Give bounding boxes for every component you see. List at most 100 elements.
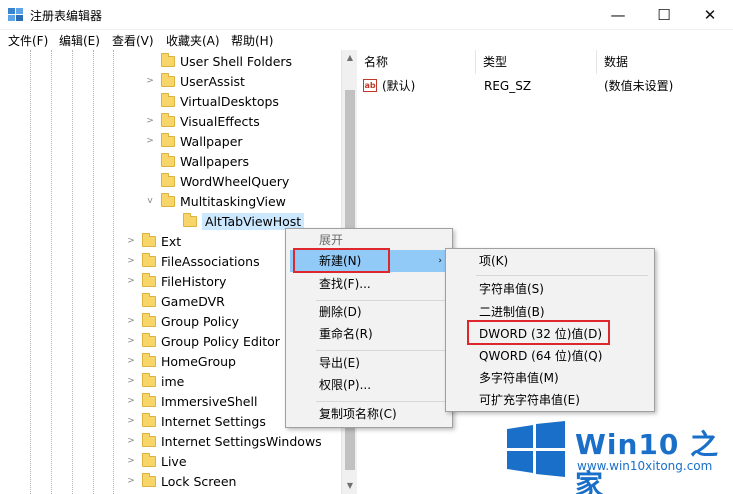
ctx-copy-key-name[interactable]: 复制项名称(C)	[286, 403, 452, 425]
tree-item-label: AltTabViewHost	[202, 212, 305, 230]
registry-editor-icon	[8, 8, 23, 21]
tree-item[interactable]: > Group Policy Editor	[126, 331, 280, 351]
maximize-button[interactable]: ☐	[641, 0, 687, 30]
column-header-name[interactable]: 名称	[358, 50, 476, 74]
tree-item[interactable]: > FileHistory	[126, 271, 226, 291]
folder-icon	[142, 232, 156, 247]
expander-chevron-icon[interactable]: >	[126, 396, 136, 406]
ctx-separator	[316, 401, 446, 402]
tree-item-label: Group Policy	[161, 313, 239, 329]
scroll-down-icon[interactable]: ▼	[342, 478, 358, 494]
expander-chevron-icon[interactable]: >	[126, 356, 136, 366]
menu-edit[interactable]: 编辑(E)	[59, 32, 100, 49]
watermark: Win10 之家 www.win10xitong.com	[499, 413, 733, 494]
tree-item[interactable]: > HomeGroup	[126, 351, 236, 371]
tree-item-label: VirtualDesktops	[180, 93, 279, 109]
ctx-separator	[316, 350, 446, 351]
tree-item[interactable]: > Internet Settings	[126, 411, 266, 431]
expander-chevron-icon[interactable]: >	[126, 336, 136, 346]
expander-chevron-icon[interactable]: >	[145, 116, 155, 126]
tree-item[interactable]: > UserAssist	[145, 71, 245, 91]
expander-chevron-icon[interactable]: v	[145, 196, 155, 206]
expander-chevron-icon[interactable]: >	[145, 136, 155, 146]
folder-icon	[142, 252, 156, 267]
ctx-find[interactable]: 查找(F)...	[286, 273, 452, 295]
column-header-type[interactable]: 类型	[477, 50, 597, 74]
menu-favorites[interactable]: 收藏夹(A)	[166, 32, 220, 49]
tree-item-label: GameDVR	[161, 293, 225, 309]
value-data: (数值未设置)	[604, 79, 674, 93]
folder-icon	[142, 432, 156, 447]
folder-icon	[142, 392, 156, 407]
tree-guide	[30, 50, 31, 494]
tree-guide	[93, 50, 94, 494]
tree-item[interactable]: > VisualEffects	[145, 111, 260, 131]
expander-chevron-icon[interactable]: >	[145, 76, 155, 86]
tree-item-label: Ext	[161, 233, 182, 249]
sub-string-value[interactable]: 字符串值(S)	[446, 278, 654, 300]
sub-expandable-string-value[interactable]: 可扩充字符串值(E)	[446, 389, 654, 411]
ctx-rename[interactable]: 重命名(R)	[286, 323, 452, 345]
tree-item[interactable]: GameDVR	[126, 291, 225, 311]
column-header-data[interactable]: 数据	[598, 50, 733, 74]
value-name[interactable]: (默认)	[382, 76, 415, 96]
tree-item-label: User Shell Folders	[180, 53, 293, 69]
tree-item[interactable]: > Group Policy	[126, 311, 239, 331]
folder-icon	[161, 72, 175, 87]
tree-item[interactable]: WordWheelQuery	[145, 171, 289, 191]
tree-item[interactable]: > ImmersiveShell	[126, 391, 257, 411]
tree-item-label: Internet SettingsWindows	[161, 433, 322, 449]
tree-item-label: Live	[161, 453, 187, 469]
menu-help[interactable]: 帮助(H)	[231, 32, 273, 49]
tree-guide	[72, 50, 73, 494]
folder-icon	[161, 152, 175, 167]
watermark-url: www.win10xitong.com	[577, 459, 713, 473]
tree-item[interactable]: > ime	[126, 371, 184, 391]
tree-item-label: MultitaskingView	[180, 193, 286, 209]
folder-icon	[142, 272, 156, 287]
folder-icon	[142, 372, 156, 387]
expander-chevron-icon[interactable]: >	[126, 376, 136, 386]
scroll-up-icon[interactable]: ▲	[342, 50, 358, 66]
ctx-delete[interactable]: 删除(D)	[286, 301, 452, 323]
folder-icon	[142, 452, 156, 467]
folder-icon	[142, 352, 156, 367]
expander-chevron-icon[interactable]: >	[126, 276, 136, 286]
sub-key[interactable]: 项(K)	[446, 250, 654, 272]
menu-view[interactable]: 查看(V)	[112, 32, 154, 49]
folder-icon	[161, 192, 175, 207]
close-button[interactable]: ✕	[687, 0, 733, 30]
tree-item[interactable]: > FileAssociations	[126, 251, 260, 271]
menu-file[interactable]: 文件(F)	[8, 32, 48, 49]
expander-chevron-icon[interactable]: >	[126, 476, 136, 486]
expander-chevron-icon[interactable]: >	[126, 316, 136, 326]
tree-item[interactable]: VirtualDesktops	[145, 91, 279, 111]
tree-item[interactable]: Wallpapers	[145, 151, 249, 171]
tree-item[interactable]: User Shell Folders	[145, 51, 292, 71]
expander-chevron-icon[interactable]: >	[126, 236, 136, 246]
minimize-button[interactable]: —	[595, 0, 641, 30]
tree-item[interactable]: > Lock Screen	[126, 471, 236, 491]
tree-item-label: HomeGroup	[161, 353, 236, 369]
tree-item[interactable]: > Internet SettingsWindows	[126, 431, 322, 451]
tree-item-label: ImmersiveShell	[161, 393, 258, 409]
expander-chevron-icon[interactable]: >	[126, 436, 136, 446]
tree-item[interactable]: > Wallpaper	[145, 131, 243, 151]
folder-icon	[161, 172, 175, 187]
ctx-export[interactable]: 导出(E)	[286, 352, 452, 374]
ctx-permissions[interactable]: 权限(P)...	[286, 374, 452, 396]
windows-logo-icon	[507, 421, 565, 477]
tree-item[interactable]: > Live	[126, 451, 187, 471]
folder-icon	[142, 312, 156, 327]
tree-item[interactable]: AltTabViewHost	[167, 211, 305, 231]
tree-item[interactable]: v MultitaskingView	[145, 191, 286, 211]
folder-icon	[161, 112, 175, 127]
sub-multi-string-value[interactable]: 多字符串值(M)	[446, 367, 654, 389]
title-bar: 注册表编辑器 — ☐ ✕	[0, 0, 733, 30]
expander-chevron-icon[interactable]: >	[126, 456, 136, 466]
sub-qword-value[interactable]: QWORD (64 位)值(Q)	[446, 345, 654, 367]
tree-item-label: Group Policy Editor	[161, 333, 280, 349]
expander-chevron-icon[interactable]: >	[126, 416, 136, 426]
expander-chevron-icon[interactable]: >	[126, 256, 136, 266]
tree-item[interactable]: > Ext	[126, 231, 181, 251]
